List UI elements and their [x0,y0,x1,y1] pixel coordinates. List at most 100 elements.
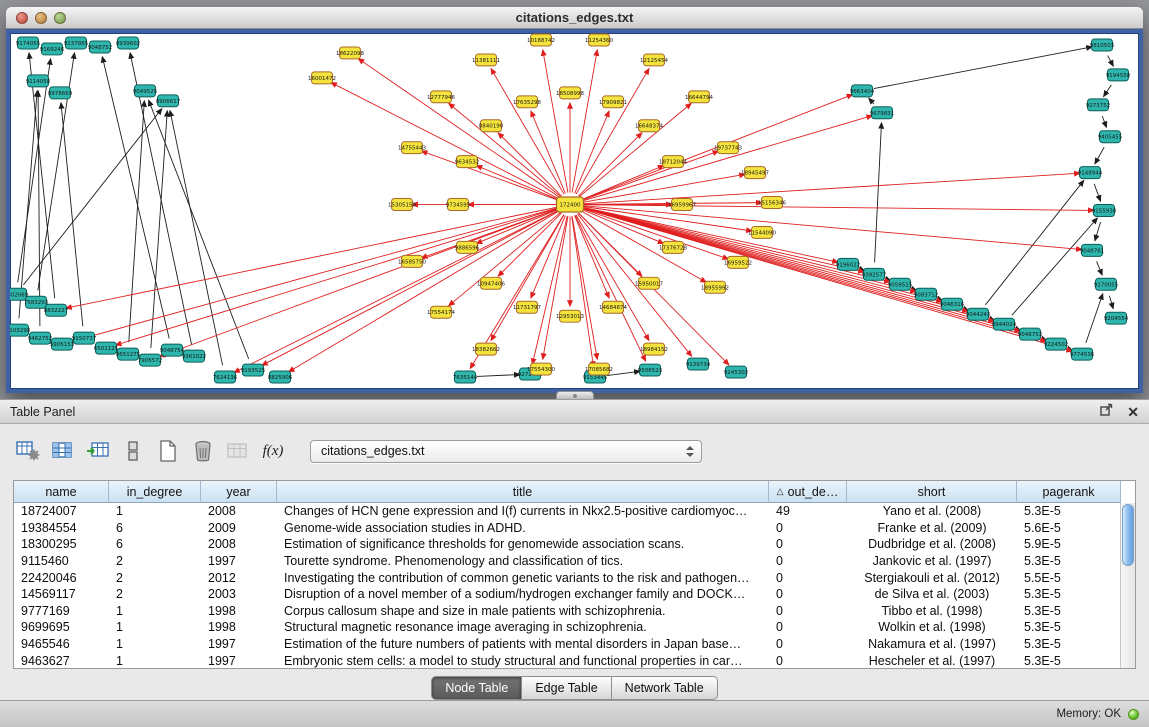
graph-node[interactable]: 8939602 [116,37,140,49]
citation-edge[interactable] [421,151,558,200]
graph-node[interactable]: 9049525 [133,85,158,97]
graph-edge[interactable] [874,47,1092,89]
citation-edge[interactable] [476,209,559,243]
graph-node[interactable]: 9361022 [182,350,206,362]
graph-node[interactable]: 9083712 [914,288,938,300]
graph-node[interactable]: 9114058 [26,75,51,87]
citation-edge[interactable] [262,210,560,365]
graph-node[interactable]: 9392577 [862,268,887,280]
graph-node[interactable]: 9506523 [638,364,663,376]
graph-node[interactable]: 18382662 [472,343,500,355]
graph-node[interactable]: 17554174 [427,306,455,318]
graph-node[interactable]: 18508998 [556,87,584,99]
graph-node[interactable]: 9462752 [28,332,52,344]
graph-node[interactable]: 11544090 [748,226,776,238]
table-row[interactable]: 1872400712008Changes of HCN gene express… [14,503,1135,520]
column-header-in_degree[interactable]: in_degree [109,481,201,503]
graph-node[interactable]: 10947406 [477,277,505,289]
delete-table-icon[interactable] [189,436,217,466]
new-table-icon[interactable] [154,436,182,466]
citation-edge[interactable] [582,207,865,272]
graph-edge[interactable] [1102,116,1106,127]
graph-node[interactable]: 9679831 [870,107,894,119]
graph-node[interactable]: 17085682 [585,363,613,375]
graph-node[interactable]: 12953013 [556,310,584,322]
graph-node[interactable]: 9405455 [1098,131,1123,143]
table-row[interactable]: 977716911998Corpus callosum shape and si… [14,603,1135,620]
citation-edge[interactable] [476,165,559,199]
graph-node[interactable]: 18955992 [701,281,729,293]
graph-node[interactable]: 11381111 [472,54,500,66]
graph-edge[interactable] [875,123,882,263]
function-builder-icon[interactable]: f(x) [259,436,287,466]
graph-node[interactable]: 9150737 [72,332,97,344]
import-table-icon[interactable] [84,436,112,466]
graph-node[interactable]: 9224502 [1044,338,1068,350]
graph-node[interactable]: 7905572 [138,354,162,366]
table-scrollbar[interactable] [1120,503,1135,668]
graph-node[interactable]: 9137865 [64,37,89,49]
citation-edge[interactable] [575,216,610,298]
citation-edge[interactable] [358,59,560,198]
graph-node[interactable]: 9174055 [16,37,41,49]
citation-edge[interactable] [575,111,610,193]
graph-edge[interactable] [1097,261,1103,275]
citation-edge[interactable] [576,69,649,195]
table-select[interactable]: citations_edges.txt [310,440,702,463]
table-row[interactable]: 946362711997Embryonic stem cells: a mode… [14,652,1135,669]
column-header-short[interactable]: short [847,481,1017,503]
graph-edge[interactable] [38,91,40,326]
graph-node[interactable]: 18984152 [640,343,668,355]
citation-edge[interactable] [498,213,561,276]
graph-node[interactable]: 16644794 [685,91,713,103]
citation-edge[interactable] [582,208,969,312]
graph-node[interactable]: 9148944 [1078,167,1103,179]
graph-node[interactable]: 15305158 [388,199,416,211]
graph-node[interactable]: 9663404 [850,85,875,97]
graph-node[interactable]: 9193525 [241,364,266,376]
graph-node[interactable]: 9059515 [888,278,913,290]
column-header-year[interactable]: year [201,481,277,503]
table-scrollbar-thumb[interactable] [1122,504,1134,566]
table-row[interactable]: 1830029562008Estimation of significance … [14,536,1135,553]
graph-node[interactable]: 9194558 [1106,69,1131,81]
graph-edge[interactable] [149,100,249,359]
citation-edge[interactable] [498,133,561,196]
citation-edge[interactable] [575,215,645,361]
graph-edge[interactable] [18,59,51,283]
graph-node[interactable]: 18945497 [741,167,769,179]
table-row[interactable]: 1938455462009Genome-wide association stu… [14,520,1135,537]
graph-node[interactable]: 8906617 [156,95,181,107]
graph-node[interactable]: 9204554 [1104,312,1129,324]
graph-node[interactable]: 12777946 [427,91,455,103]
graph-node[interactable]: 11254360 [585,34,613,46]
citation-edge[interactable] [582,205,1094,211]
graph-node[interactable]: 172400 [557,197,584,212]
graph-node[interactable]: 9044243 [966,308,991,320]
graph-edge[interactable] [19,91,37,318]
close-panel-icon[interactable]: ✕ [1127,405,1139,419]
graph-edge[interactable] [1095,222,1101,241]
citation-edge[interactable] [581,151,718,200]
table-row[interactable]: 1456911722003Disruption of a novel membe… [14,586,1135,603]
graph-node[interactable]: 16959967 [668,199,696,211]
table-row[interactable]: 911546021997Tourette syndrome. Phenomeno… [14,553,1135,570]
row-height-icon[interactable] [119,436,147,466]
graph-node[interactable]: 14755443 [398,142,426,154]
tab-network-table[interactable]: Network Table [612,676,718,700]
graph-edge[interactable] [477,375,520,377]
citation-edge[interactable] [579,103,691,197]
network-graph[interactable]: 9174055916924691378659048752893960291140… [10,33,1139,389]
graph-node[interactable]: 9810503 [1090,39,1115,51]
graph-node[interactable]: 15950017 [635,277,663,289]
table-row[interactable]: 969969511998Structural magnetic resonanc… [14,619,1135,636]
map-table-icon[interactable] [224,436,252,466]
graph-edge[interactable] [1104,85,1112,97]
graph-node[interactable]: 9170055 [1094,278,1119,290]
graph-node[interactable]: 14684874 [599,301,627,313]
graph-node[interactable]: 9273752 [1086,99,1110,111]
graph-node[interactable]: 9139734 [686,358,711,370]
graph-node[interactable]: 17376728 [659,241,687,253]
citation-edge[interactable] [582,174,745,202]
graph-node[interactable]: 9774536 [1070,348,1095,360]
